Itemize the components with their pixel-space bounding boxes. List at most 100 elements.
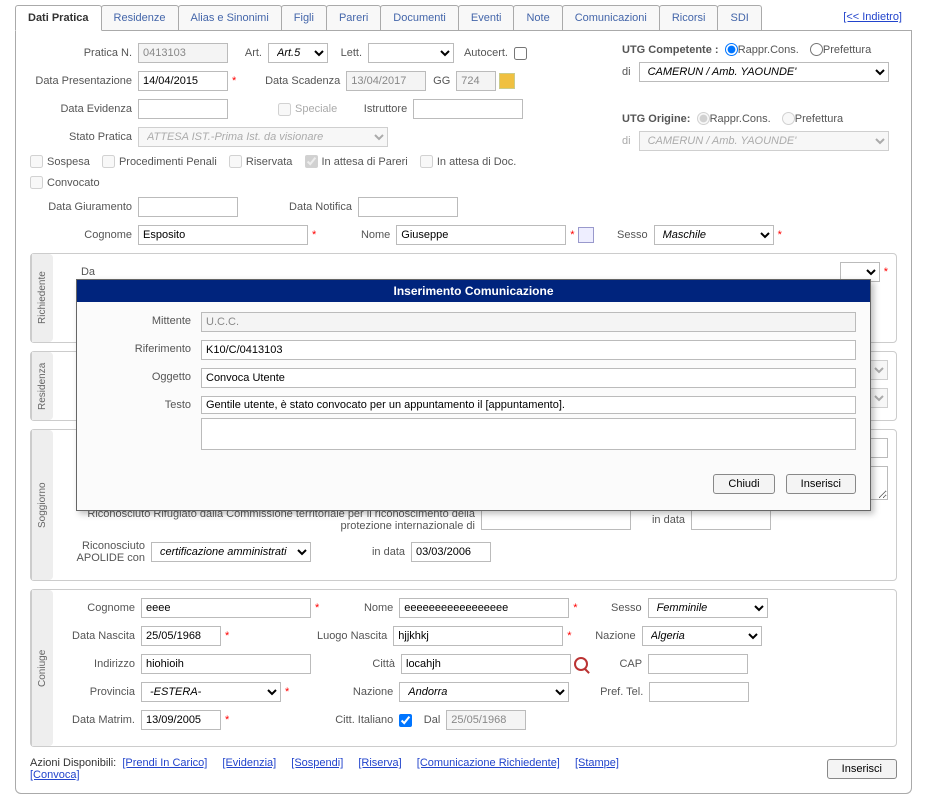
art-select[interactable]: Art.5 [268,43,328,63]
calendar-icon[interactable] [499,73,515,89]
autocert-label: Autocert. [454,47,514,59]
tab-eventi[interactable]: Eventi [458,5,515,30]
con-cap-input[interactable] [648,654,748,674]
tab-figli[interactable]: Figli [281,5,327,30]
riferimento-label: Riferimento [91,340,201,355]
testo-textarea[interactable] [201,418,856,450]
con-sesso-label: Sesso [578,602,648,614]
apolide-select[interactable]: certificazione amministrati [151,542,311,562]
con-datanascita-label: Data Nascita [61,630,141,642]
link-riserva[interactable]: [Riserva] [358,757,401,769]
data-evid-input[interactable] [138,99,228,119]
testo-label: Testo [91,396,201,411]
utg-orig-prefettura-label: Prefettura [795,113,851,125]
vtab-soggiorno: Soggiorno [31,430,53,580]
con-nazione-label: Nazione [572,630,642,642]
in-data2-input[interactable] [411,542,491,562]
utg-comp-rapprcons-radio[interactable] [725,43,738,56]
tab-note[interactable]: Note [513,5,562,30]
speciale-label: Speciale [295,103,343,115]
utg-competente-select[interactable]: CAMERUN / Amb. YAOUNDE' [639,62,889,82]
pratica-n-input [138,43,228,63]
oggetto-label: Oggetto [91,368,201,383]
utg-di-label: di [622,66,639,78]
tab-sdi[interactable]: SDI [717,5,761,30]
attesa-doc-label: In attesa di Doc. [437,156,523,168]
autocert-checkbox[interactable] [514,47,527,60]
document-icon[interactable] [578,227,594,243]
tabs-bar: Dati Pratica Residenze Alias e Sinonimi … [15,5,912,31]
con-cognome-label: Cognome [61,602,141,614]
istruttore-input[interactable] [413,99,523,119]
con-cognome-input[interactable] [141,598,311,618]
footer: Azioni Disponibili: [Prendi In Carico] [… [30,757,897,781]
con-citta-input[interactable] [401,654,571,674]
oggetto-input[interactable] [201,368,856,388]
vtab-richiedente: Richiedente [31,254,53,342]
link-prendi-in-carico[interactable]: [Prendi In Carico] [122,757,207,769]
tab-alias[interactable]: Alias e Sinonimi [178,5,282,30]
cognome-input[interactable] [138,225,308,245]
nome-input[interactable] [396,225,566,245]
con-dal-label: Dal [416,714,446,726]
search-icon[interactable] [574,657,588,671]
tab-residenze[interactable]: Residenze [101,5,179,30]
con-cittital-checkbox[interactable] [399,714,412,727]
con-citta-label: Città [311,658,401,670]
utg-comp-rapprcons-label: Rappr.Cons. [738,44,807,56]
utg-comp-prefettura-radio[interactable] [810,43,823,56]
inserisci-button[interactable]: Inserisci [827,759,897,779]
stato-pratica-label: Stato Pratica [30,131,138,143]
tab-comunicazioni[interactable]: Comunicazioni [562,5,660,30]
riferimento-input[interactable] [201,340,856,360]
modal-inserimento-comunicazione: Inserimento Comunicazione Mittente Rifer… [76,279,871,511]
apolide-label: Riconosciuto APOLIDE con [61,540,151,564]
data-not-input[interactable] [358,197,458,217]
utg-origine-select: CAMERUN / Amb. YAOUNDE' [639,131,889,151]
link-evidenzia[interactable]: [Evidenzia] [222,757,276,769]
main-panel: UTG Competente : Rappr.Cons. Prefettura … [15,31,912,794]
link-stampe[interactable]: [Stampe] [575,757,619,769]
in-data-label: in data [631,514,691,526]
con-preftel-input[interactable] [649,682,749,702]
tab-pareri[interactable]: Pareri [326,5,381,30]
con-luogonascita-label: Luogo Nascita [229,630,393,642]
con-datamatrim-input[interactable] [141,710,221,730]
richiedente-da-label: Da [61,266,101,278]
ric-rifugiato-input[interactable] [481,510,631,530]
mittente-label: Mittente [91,312,201,327]
con-provincia-select[interactable]: -ESTERA- [141,682,281,702]
pratica-n-label: Pratica N. [30,47,138,59]
con-indirizzo-input[interactable] [141,654,311,674]
link-sospendi[interactable]: [Sospendi] [291,757,343,769]
req-marker: * [228,75,236,87]
modal-title: Inserimento Comunicazione [77,280,870,302]
in-data-input[interactable] [691,510,771,530]
back-link[interactable]: [<< Indietro] [843,11,902,23]
data-scad-label: Data Scadenza [236,75,346,87]
convocato-checkbox [30,176,43,189]
sesso-select[interactable]: Maschile [654,225,774,245]
data-giur-label: Data Giuramento [30,201,138,213]
con-datanascita-input[interactable] [141,626,221,646]
con-nazione2-select[interactable]: Andorra [399,682,569,702]
modal-chiudi-button[interactable]: Chiudi [713,474,774,494]
attesa-pareri-label: In attesa di Pareri [322,156,414,168]
con-luogonascita-input[interactable] [393,626,563,646]
lett-select[interactable] [368,43,454,63]
tab-documenti[interactable]: Documenti [380,5,459,30]
data-pres-input[interactable] [138,71,228,91]
link-convoca[interactable]: [Convoca] [30,769,80,781]
testo-line-input[interactable] [201,396,856,414]
con-nome-input[interactable] [399,598,569,618]
con-sesso-select[interactable]: Femminile [648,598,768,618]
tab-dati-pratica[interactable]: Dati Pratica [15,5,102,31]
con-cittital-label: Citt. Italiano [229,714,399,726]
data-giur-input[interactable] [138,197,238,217]
tab-ricorsi[interactable]: Ricorsi [659,5,719,30]
riservata-checkbox [229,155,242,168]
modal-inserisci-button[interactable]: Inserisci [786,474,856,494]
utg-comp-prefettura-label: Prefettura [823,44,879,56]
link-comunicazione-richiedente[interactable]: [Comunicazione Richiedente] [417,757,560,769]
con-nazione-select[interactable]: Algeria [642,626,762,646]
